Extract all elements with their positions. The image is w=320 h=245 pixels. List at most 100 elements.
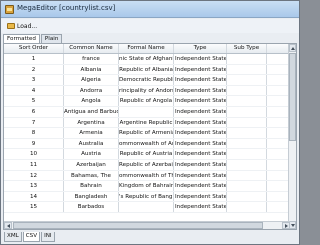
table-row[interactable]: 14 Bangladesh 's Republic of Bangla Inde… bbox=[4, 191, 290, 203]
cell-extra[interactable] bbox=[267, 54, 290, 64]
cell-type[interactable]: Independent State bbox=[174, 149, 227, 159]
cell-formal-name[interactable]: 's Republic of Bangla bbox=[119, 191, 174, 202]
cell-common-name[interactable]: Armenia bbox=[64, 128, 119, 138]
vertical-scroll-thumb[interactable] bbox=[289, 53, 296, 141]
column-header-sort-order[interactable]: Sort Order bbox=[4, 44, 64, 53]
column-header-type[interactable]: Type bbox=[174, 44, 227, 53]
cell-type[interactable]: Independent State bbox=[174, 191, 227, 202]
cell-sub-type[interactable] bbox=[227, 75, 267, 85]
cell-sub-type[interactable] bbox=[227, 191, 267, 202]
cell-sub-type[interactable] bbox=[227, 181, 267, 191]
cell-sort-order[interactable]: 10 bbox=[4, 149, 64, 159]
cell-sort-order[interactable]: 3 bbox=[4, 75, 64, 85]
cell-common-name[interactable]: Andorra bbox=[64, 85, 119, 96]
cell-common-name[interactable]: Austria bbox=[64, 149, 119, 159]
cell-common-name[interactable]: Bahrain bbox=[64, 181, 119, 191]
cell-formal-name[interactable]: ommonwealth of The Ba bbox=[119, 170, 174, 181]
cell-sort-order[interactable]: 9 bbox=[4, 138, 64, 149]
table-row[interactable]: 1 france nic State of Afghanis Independe… bbox=[4, 54, 290, 65]
vertical-scrollbar[interactable] bbox=[288, 44, 296, 229]
cell-type[interactable]: Independent State bbox=[174, 159, 227, 170]
cell-formal-name[interactable]: Democratic Republic bbox=[119, 75, 174, 85]
cell-common-name[interactable]: Argentina bbox=[64, 117, 119, 128]
cell-sub-type[interactable] bbox=[227, 128, 267, 138]
cell-common-name[interactable]: Algeria bbox=[64, 75, 119, 85]
cell-sub-type[interactable] bbox=[227, 159, 267, 170]
table-row[interactable]: 15 Barbados Independent State bbox=[4, 202, 290, 213]
column-header-sub-type[interactable]: Sub Type bbox=[227, 44, 267, 53]
cell-type[interactable]: Independent State bbox=[174, 202, 227, 212]
cell-extra[interactable] bbox=[267, 192, 290, 202]
cell-sort-order[interactable]: 1 bbox=[4, 54, 64, 64]
cell-sub-type[interactable] bbox=[227, 64, 267, 75]
cell-formal-name[interactable]: ommonwealth of Austr bbox=[119, 138, 174, 149]
cell-type[interactable]: Independent State bbox=[174, 117, 227, 128]
cell-extra[interactable] bbox=[267, 181, 290, 191]
cell-extra[interactable] bbox=[267, 202, 290, 212]
horizontal-scroll-thumb[interactable] bbox=[13, 222, 263, 229]
cell-sub-type[interactable] bbox=[227, 117, 267, 128]
cell-sort-order[interactable]: 8 bbox=[4, 128, 64, 138]
cell-sort-order[interactable]: 5 bbox=[4, 96, 64, 106]
cell-formal-name[interactable] bbox=[119, 202, 174, 212]
cell-sub-type[interactable] bbox=[227, 202, 267, 212]
cell-sort-order[interactable]: 2 bbox=[4, 64, 64, 75]
tab-csv[interactable]: CSV bbox=[22, 232, 41, 242]
cell-extra[interactable] bbox=[267, 149, 290, 159]
cell-extra[interactable] bbox=[267, 160, 290, 170]
cell-common-name[interactable]: Australia bbox=[64, 138, 119, 149]
cell-sort-order[interactable]: 12 bbox=[4, 170, 64, 181]
cell-extra[interactable] bbox=[267, 171, 290, 181]
cell-type[interactable]: Independent State bbox=[174, 85, 227, 96]
cell-type[interactable]: Independent State bbox=[174, 54, 227, 64]
cell-type[interactable]: Independent State bbox=[174, 75, 227, 85]
cell-formal-name[interactable]: Republic of Angola bbox=[119, 96, 174, 106]
cell-sort-order[interactable]: 4 bbox=[4, 85, 64, 96]
column-header-common-name[interactable]: Common Name bbox=[64, 44, 119, 53]
cell-type[interactable]: Independent State bbox=[174, 170, 227, 181]
cell-sub-type[interactable] bbox=[227, 106, 267, 117]
cell-extra[interactable] bbox=[267, 128, 290, 138]
cell-sub-type[interactable] bbox=[227, 138, 267, 149]
table-row[interactable]: 5 Angola Republic of Angola Independent … bbox=[4, 96, 290, 107]
cell-common-name[interactable]: Angola bbox=[64, 96, 119, 106]
tab-xml[interactable]: XML bbox=[4, 232, 22, 242]
cell-type[interactable]: Independent State bbox=[174, 128, 227, 138]
cell-sub-type[interactable] bbox=[227, 170, 267, 181]
cell-sub-type[interactable] bbox=[227, 54, 267, 64]
cell-sort-order[interactable]: 13 bbox=[4, 181, 64, 191]
table-row[interactable]: 7 Argentina Argentine Republic Independe… bbox=[4, 117, 290, 129]
tab-ini[interactable]: INI bbox=[41, 232, 55, 242]
table-row[interactable]: 2 Albania Republic of Albania Independen… bbox=[4, 64, 290, 76]
cell-formal-name[interactable]: Republic of Austria bbox=[119, 149, 174, 159]
cell-sub-type[interactable] bbox=[227, 85, 267, 96]
table-row[interactable]: 4 Andorra rincipality of Andorr Independ… bbox=[4, 85, 290, 97]
cell-type[interactable]: Independent State bbox=[174, 96, 227, 106]
cell-formal-name[interactable]: Republic of Armenia bbox=[119, 128, 174, 138]
cell-sort-order[interactable]: 14 bbox=[4, 191, 64, 202]
cell-formal-name[interactable]: Kingdom of Bahrain bbox=[119, 181, 174, 191]
cell-type[interactable]: Independent State bbox=[174, 138, 227, 149]
cell-common-name[interactable]: Barbados bbox=[64, 202, 119, 212]
cell-extra[interactable] bbox=[267, 107, 290, 117]
column-header-formal-name[interactable]: Formal Name bbox=[119, 44, 174, 53]
cell-formal-name[interactable]: Argentine Republic bbox=[119, 117, 174, 128]
cell-formal-name[interactable]: Republic of Albania bbox=[119, 64, 174, 75]
table-row[interactable]: 6 Antigua and Barbuda Independent State bbox=[4, 106, 290, 118]
table-row[interactable]: 9 Australia ommonwealth of Austr Indepen… bbox=[4, 138, 290, 150]
scroll-up-arrow-icon[interactable] bbox=[289, 44, 296, 52]
scroll-right-arrow-icon[interactable] bbox=[282, 222, 290, 229]
scroll-down-arrow-icon[interactable] bbox=[289, 221, 296, 229]
cell-formal-name[interactable] bbox=[119, 106, 174, 117]
cell-common-name[interactable]: Antigua and Barbuda bbox=[64, 106, 119, 117]
table-row[interactable]: 13 Bahrain Kingdom of Bahrain Independen… bbox=[4, 181, 290, 192]
cell-sub-type[interactable] bbox=[227, 96, 267, 106]
cell-formal-name[interactable]: rincipality of Andorr bbox=[119, 85, 174, 96]
cell-extra[interactable] bbox=[267, 96, 290, 106]
cell-extra[interactable] bbox=[267, 139, 290, 149]
cell-extra[interactable] bbox=[267, 75, 290, 85]
table-row[interactable]: 12 Bahamas, The ommonwealth of The Ba In… bbox=[4, 170, 290, 182]
cell-common-name[interactable]: Bahamas, The bbox=[64, 170, 119, 181]
horizontal-scrollbar[interactable] bbox=[4, 221, 290, 229]
load-button[interactable]: Load... bbox=[4, 20, 40, 32]
